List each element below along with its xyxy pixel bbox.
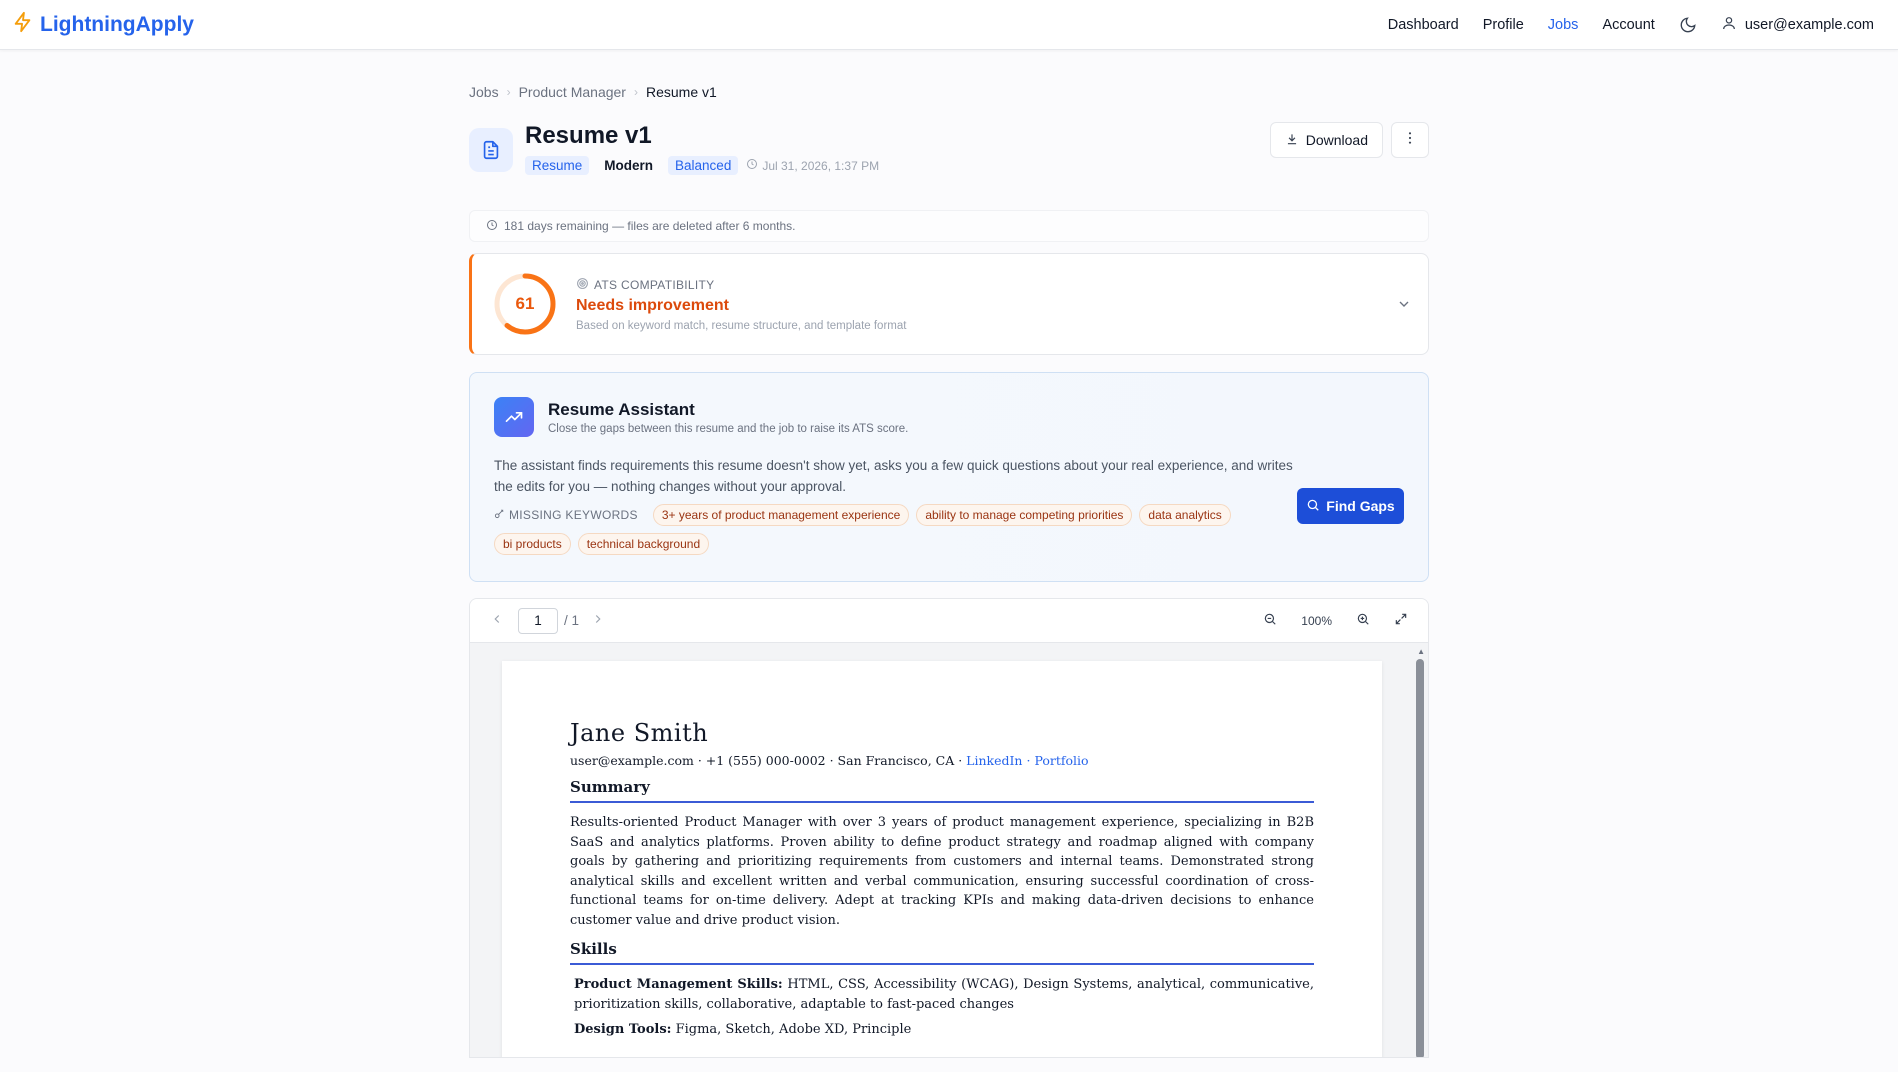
- nav-link-jobs[interactable]: Jobs: [1548, 17, 1579, 33]
- missing-keywords-label: MISSING KEYWORDS: [494, 508, 638, 522]
- keyword-chip: ability to manage competing priorities: [916, 504, 1133, 526]
- ats-score-gauge: 61: [492, 271, 558, 337]
- breadcrumb-product-manager[interactable]: Product Manager: [519, 84, 626, 100]
- tag-template: Modern: [604, 158, 654, 173]
- more-options-button[interactable]: [1391, 122, 1429, 158]
- lightning-icon: [12, 11, 34, 39]
- resume-assistant-card: Resume Assistant Close the gaps between …: [469, 372, 1429, 582]
- user-menu[interactable]: user@example.com: [1721, 15, 1874, 35]
- brand-logo[interactable]: LightningApply: [12, 11, 194, 39]
- keyword-chip: 3+ years of product management experienc…: [652, 504, 910, 526]
- prev-page-icon[interactable]: [490, 612, 504, 629]
- skill-label: Product Management Skills:: [574, 977, 783, 992]
- ats-subtitle: Based on keyword match, resume structure…: [576, 319, 907, 332]
- retention-text: 181 days remaining — files are deleted a…: [504, 219, 796, 233]
- scroll-up-icon[interactable]: ▲: [1417, 647, 1425, 656]
- summary-text: Results-oriented Product Manager with ov…: [570, 815, 1314, 928]
- trending-up-icon: [494, 397, 534, 437]
- user-email: user@example.com: [1744, 16, 1874, 33]
- skills-heading: Skills: [570, 940, 1314, 965]
- brand-name: LightningApply: [40, 12, 194, 36]
- keyword-chip: technical background: [577, 533, 710, 555]
- created-date: Jul 31, 2026, 1:37 PM: [746, 158, 879, 173]
- dark-mode-moon-icon[interactable]: [1679, 16, 1697, 34]
- retention-notice: 181 days remaining — files are deleted a…: [469, 210, 1429, 242]
- skill-value: Figma, Sketch, Adobe XD, Principle: [675, 1022, 912, 1037]
- breadcrumb-current: Resume v1: [645, 84, 717, 100]
- chevron-down-icon[interactable]: [1396, 296, 1412, 317]
- missing-keywords-label-text: MISSING KEYWORDS: [509, 508, 638, 522]
- tag-type: Resume: [525, 156, 590, 175]
- more-vertical-icon: [1402, 130, 1418, 151]
- assistant-subtitle: Close the gaps between this resume and t…: [548, 422, 909, 435]
- tag-style: Balanced: [668, 156, 739, 175]
- resume-name: Jane Smith: [570, 719, 709, 747]
- skill-row: Product Management Skills: HTML, CSS, Ac…: [570, 975, 1314, 1014]
- link-separator: ·: [1026, 753, 1031, 768]
- chevron-right-icon: ›: [633, 85, 638, 99]
- breadcrumb: Jobs › Product Manager › Resume v1: [469, 84, 1429, 100]
- resume-contact-text: user@example.com · +1 (555) 000-0002 · S…: [570, 753, 963, 768]
- chevron-right-icon: ›: [506, 85, 511, 99]
- pdf-viewer: / 1 100% Jane Smith user@example.com · +…: [469, 598, 1429, 1058]
- download-icon: [1285, 132, 1299, 149]
- viewer-toolbar: / 1 100%: [470, 599, 1428, 643]
- ats-label: ATS COMPATIBILITY: [576, 277, 906, 293]
- target-icon: [576, 277, 589, 293]
- ats-label-text: ATS COMPATIBILITY: [594, 277, 715, 292]
- resume-contact: user@example.com · +1 (555) 000-0002 · S…: [570, 753, 1314, 768]
- key-icon: [494, 508, 505, 522]
- main-content: Jobs › Product Manager › Resume v1 Resum…: [469, 50, 1429, 1058]
- page-total: / 1: [564, 613, 580, 628]
- find-gaps-label: Find Gaps: [1326, 498, 1395, 514]
- nav-link-profile[interactable]: Profile: [1483, 17, 1524, 33]
- assistant-description: The assistant finds requirements this re…: [494, 458, 1293, 494]
- clock-icon: [746, 158, 758, 173]
- user-icon: [1721, 15, 1737, 35]
- document-icon: [469, 128, 513, 172]
- download-button[interactable]: Download: [1269, 122, 1383, 158]
- zoom-level: 100%: [1301, 613, 1332, 628]
- ats-score-value: 61: [515, 294, 535, 313]
- linkedin-link[interactable]: LinkedIn: [966, 753, 1022, 768]
- zoom-out-icon[interactable]: [1263, 612, 1277, 629]
- skill-label: Design Tools:: [574, 1022, 672, 1037]
- page-number-input[interactable]: [518, 607, 558, 634]
- skill-row: Design Tools: Figma, Sketch, Adobe XD, P…: [570, 1020, 1314, 1040]
- nav-link-account[interactable]: Account: [1602, 17, 1654, 33]
- document-header: Resume v1 Resume Modern Balanced Jul 31,…: [469, 122, 1429, 182]
- top-navbar: LightningApply Dashboard Profile Jobs Ac…: [0, 0, 1898, 50]
- keyword-chip: data analytics: [1139, 504, 1231, 526]
- ats-status: Needs improvement: [576, 296, 729, 314]
- fullscreen-icon[interactable]: [1394, 612, 1408, 629]
- page-title: Resume v1: [525, 122, 652, 149]
- find-gaps-button[interactable]: Find Gaps: [1297, 488, 1404, 524]
- search-icon: [1306, 498, 1320, 515]
- ats-score-card[interactable]: 61 ATS COMPATIBILITY Needs improvement B…: [469, 253, 1429, 355]
- keyword-chip: bi products: [494, 533, 571, 555]
- breadcrumb-jobs[interactable]: Jobs: [469, 84, 499, 100]
- missing-keywords: MISSING KEYWORDS 3+ years of product man…: [494, 504, 1274, 555]
- created-date-text: Jul 31, 2026, 1:37 PM: [762, 158, 880, 173]
- download-label: Download: [1305, 132, 1368, 148]
- scrollbar-thumb[interactable]: [1416, 659, 1424, 1057]
- nav-link-dashboard[interactable]: Dashboard: [1388, 17, 1459, 33]
- portfolio-link[interactable]: Portfolio: [1034, 753, 1088, 768]
- zoom-in-icon[interactable]: [1356, 612, 1370, 629]
- summary-heading: Summary: [570, 778, 1314, 803]
- next-page-icon[interactable]: [591, 612, 605, 629]
- clock-icon: [486, 219, 498, 234]
- resume-page: Jane Smith user@example.com · +1 (555) 0…: [502, 661, 1382, 1057]
- assistant-title: Resume Assistant: [548, 399, 695, 419]
